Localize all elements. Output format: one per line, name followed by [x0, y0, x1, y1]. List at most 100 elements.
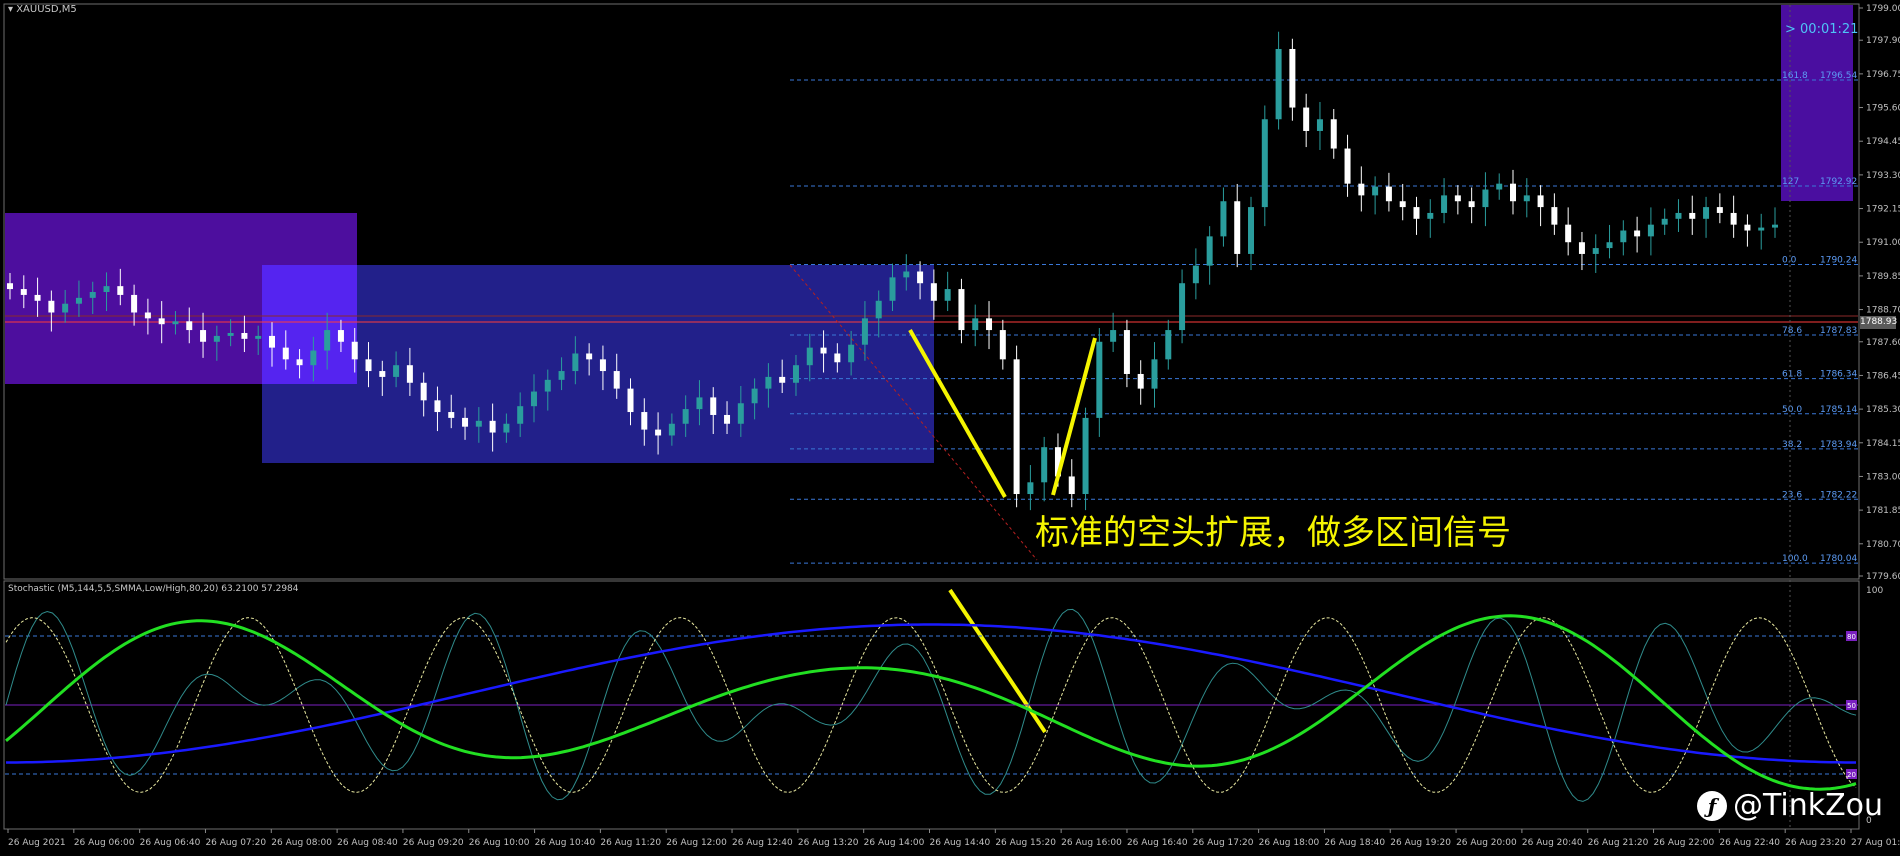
candle-bull [62, 303, 69, 313]
candle-bull [1647, 224, 1654, 237]
candle-bear [986, 318, 993, 331]
candle-bear [365, 359, 372, 372]
trading-chart[interactable]: 161.8 1796.54 127 1792.92 0.0 1790.24 78.6 1787… [0, 0, 1900, 856]
stochastic-oscillator: 8050201000 [5, 586, 1883, 826]
candle-bear [999, 330, 1006, 360]
time-label: 26 Aug 22:00 [1654, 838, 1715, 848]
candle-bull [1151, 359, 1158, 389]
time-label: 26 Aug 14:00 [864, 838, 925, 848]
candle-bull [1192, 265, 1199, 284]
candle-bear [1730, 212, 1737, 225]
candle-bear [1634, 230, 1641, 237]
candle-bear [641, 412, 648, 430]
candle-bear [779, 376, 786, 383]
candle-bull [1606, 242, 1613, 249]
candle-bear [241, 332, 248, 339]
fib-ratio-label: 23.6 [1782, 490, 1802, 500]
candle-bull [848, 344, 855, 363]
price-label: 1783.00 [1866, 472, 1900, 482]
zone-overlap [262, 265, 357, 384]
time-label: 26 Aug 11:20 [600, 838, 661, 848]
candle-bull [1316, 119, 1323, 131]
price-label: 1784.15 [1866, 439, 1900, 449]
candle-bull [393, 365, 400, 377]
fibonacci-levels: 161.8 1796.54 127 1792.92 0.0 1790.24 78.6 1787… [790, 71, 1858, 564]
candle-bear [379, 371, 386, 377]
candle-bull [324, 330, 331, 351]
price-label: 1794.45 [1866, 137, 1900, 147]
candle-bull [1248, 207, 1255, 254]
candle-bear [627, 388, 634, 413]
candle-bear [1013, 359, 1020, 495]
price-label: 1780.70 [1866, 540, 1900, 550]
candle-bear [48, 300, 55, 313]
candle-bull [1496, 183, 1503, 190]
osc-level-tag-text: 50 [1847, 702, 1856, 710]
price-label: 1795.60 [1866, 104, 1900, 114]
candle-bear [917, 271, 924, 284]
time-label: 26 Aug 06:00 [74, 838, 135, 848]
candle-bear [7, 283, 13, 290]
candle-bull [213, 335, 220, 342]
candle-bear [420, 382, 427, 401]
candle-bull [1675, 212, 1682, 219]
time-label: 26 Aug 06:40 [140, 838, 201, 848]
candle-bear [351, 341, 358, 360]
osc-level-tag-text: 20 [1847, 771, 1856, 779]
stoch-main-line [5, 614, 1857, 791]
candle-bull [1275, 48, 1282, 120]
candle-bull [972, 318, 979, 331]
price-label: 1786.45 [1866, 371, 1900, 381]
candle-bear [834, 353, 841, 363]
fib-ratio-label: 38.2 [1782, 440, 1802, 450]
chart-annotation: 标准的空头扩展，做多区间信号 [1035, 513, 1511, 553]
candle-bull [944, 289, 951, 301]
candle-bull [1427, 212, 1434, 219]
candle-bear [724, 414, 731, 424]
candle-bull [172, 321, 179, 325]
candle-bear [34, 294, 41, 301]
highlight-line-up [1051, 337, 1097, 496]
candle-bull [1620, 230, 1627, 243]
candle-bull [889, 277, 896, 301]
candle-bull [737, 403, 744, 424]
candle-bull [503, 423, 510, 433]
candle-bear [186, 321, 193, 331]
candle-bear [20, 289, 27, 295]
price-label: 1791.00 [1866, 238, 1900, 248]
current-price-tag: 1788.93 [1860, 316, 1898, 329]
candle-bull [903, 271, 910, 278]
time-label: 26 Aug 10:00 [469, 838, 530, 848]
candle-bull [75, 297, 82, 304]
candle-bull [861, 318, 868, 345]
candle-bull [765, 376, 772, 389]
watermark-text: @TinkZou [1733, 788, 1884, 823]
fib-price-label: 1783.94 [1820, 440, 1857, 450]
candle-bear [1234, 201, 1241, 254]
candle-bull [227, 332, 234, 336]
time-label: 26 Aug 12:40 [732, 838, 793, 848]
candle-bull [1261, 119, 1268, 208]
candle-bull [1703, 207, 1710, 219]
candle-bear [1551, 207, 1558, 225]
candle-bull [310, 350, 317, 366]
candle-bull [572, 353, 579, 372]
price-label: 1787.60 [1866, 338, 1900, 348]
candle-bull [1441, 195, 1448, 213]
candle-bull [1110, 330, 1117, 342]
price-label: 1793.30 [1866, 171, 1900, 181]
candle-bull [1592, 248, 1599, 254]
time-label: 26 Aug 22:40 [1719, 838, 1780, 848]
candle-bear [1358, 183, 1365, 196]
fib-price-label: 1790.24 [1820, 255, 1857, 265]
candle-bear [1565, 224, 1572, 243]
candle-bull [103, 286, 110, 292]
fib-price-label: 1785.14 [1820, 405, 1857, 415]
candle-bull [1523, 195, 1530, 202]
candle-bear [613, 371, 620, 389]
candle-bull [255, 335, 262, 339]
time-label: 26 Aug 07:20 [205, 838, 266, 848]
candle-bear [1344, 148, 1351, 184]
candle-bear [268, 335, 275, 348]
candle-bull [682, 409, 689, 424]
